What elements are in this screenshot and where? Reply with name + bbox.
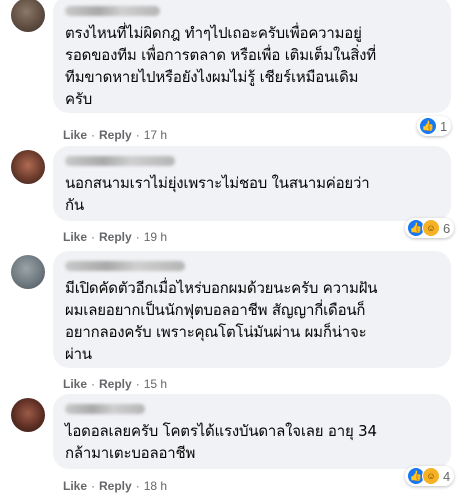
avatar[interactable] — [11, 398, 45, 432]
timestamp[interactable]: 18 h — [144, 479, 167, 493]
reply-link[interactable]: Reply — [99, 377, 132, 391]
like-icon: 👍 — [419, 117, 437, 135]
reaction-summary[interactable]: 👍 ☺ 4 — [405, 466, 455, 486]
comment-actions: Like · Reply · 15 h — [63, 377, 168, 391]
reaction-count: 6 — [443, 220, 451, 236]
timestamp[interactable]: 19 h — [144, 230, 167, 244]
like-link[interactable]: Like — [63, 377, 87, 391]
reaction-summary[interactable]: 👍 ☺ 6 — [405, 218, 455, 238]
reply-link[interactable]: Reply — [99, 230, 132, 244]
author-name-blurred[interactable] — [65, 404, 145, 414]
comment-bubble: มีเปิดคัดตัวอีกเมื่อไหร่บอกผมด้วยนะครับ … — [53, 251, 451, 368]
reaction-count: 1 — [440, 118, 448, 134]
comment-bubble: นอกสนามเราไม่ยุ่งเพราะไม่ชอบ ในสนามค่อยว… — [53, 146, 451, 221]
comment-text: นอกสนามเราไม่ยุ่งเพราะไม่ชอบ ในสนามค่อยว… — [65, 174, 370, 214]
comment-bubble: ไอดอลเลยครับ โคตรได้แรงบันดาลใจเลย อายุ … — [53, 394, 451, 469]
author-name-blurred[interactable] — [65, 6, 160, 16]
reaction-summary[interactable]: 👍 1 — [417, 116, 452, 136]
comment-actions: Like · Reply · 18 h — [63, 479, 168, 493]
haha-icon: ☺ — [422, 467, 440, 485]
like-link[interactable]: Like — [63, 128, 87, 142]
avatar[interactable] — [11, 0, 45, 32]
timestamp[interactable]: 17 h — [144, 128, 167, 142]
like-link[interactable]: Like — [63, 230, 87, 244]
reply-link[interactable]: Reply — [99, 128, 132, 142]
comment-text: ตรงไหนที่ไม่ผิดกฎ ทำๆไปเถอะครับเพื่อความ… — [65, 24, 376, 108]
author-name-blurred[interactable] — [65, 261, 185, 271]
avatar[interactable] — [11, 150, 45, 184]
author-name-blurred[interactable] — [65, 156, 175, 166]
reaction-count: 4 — [443, 468, 451, 484]
comment-bubble: ตรงไหนที่ไม่ผิดกฎ ทำๆไปเถอะครับเพื่อความ… — [53, 0, 451, 113]
timestamp[interactable]: 15 h — [144, 377, 167, 391]
comment-actions: Like · Reply · 19 h — [63, 230, 168, 244]
comment-text: มีเปิดคัดตัวอีกเมื่อไหร่บอกผมด้วยนะครับ … — [65, 279, 378, 363]
avatar[interactable] — [11, 255, 45, 289]
reply-link[interactable]: Reply — [99, 479, 132, 493]
comment-actions: Like · Reply · 17 h — [63, 128, 168, 142]
haha-icon: ☺ — [422, 219, 440, 237]
comment-text: ไอดอลเลยครับ โคตรได้แรงบันดาลใจเลย อายุ … — [65, 422, 377, 462]
like-link[interactable]: Like — [63, 479, 87, 493]
